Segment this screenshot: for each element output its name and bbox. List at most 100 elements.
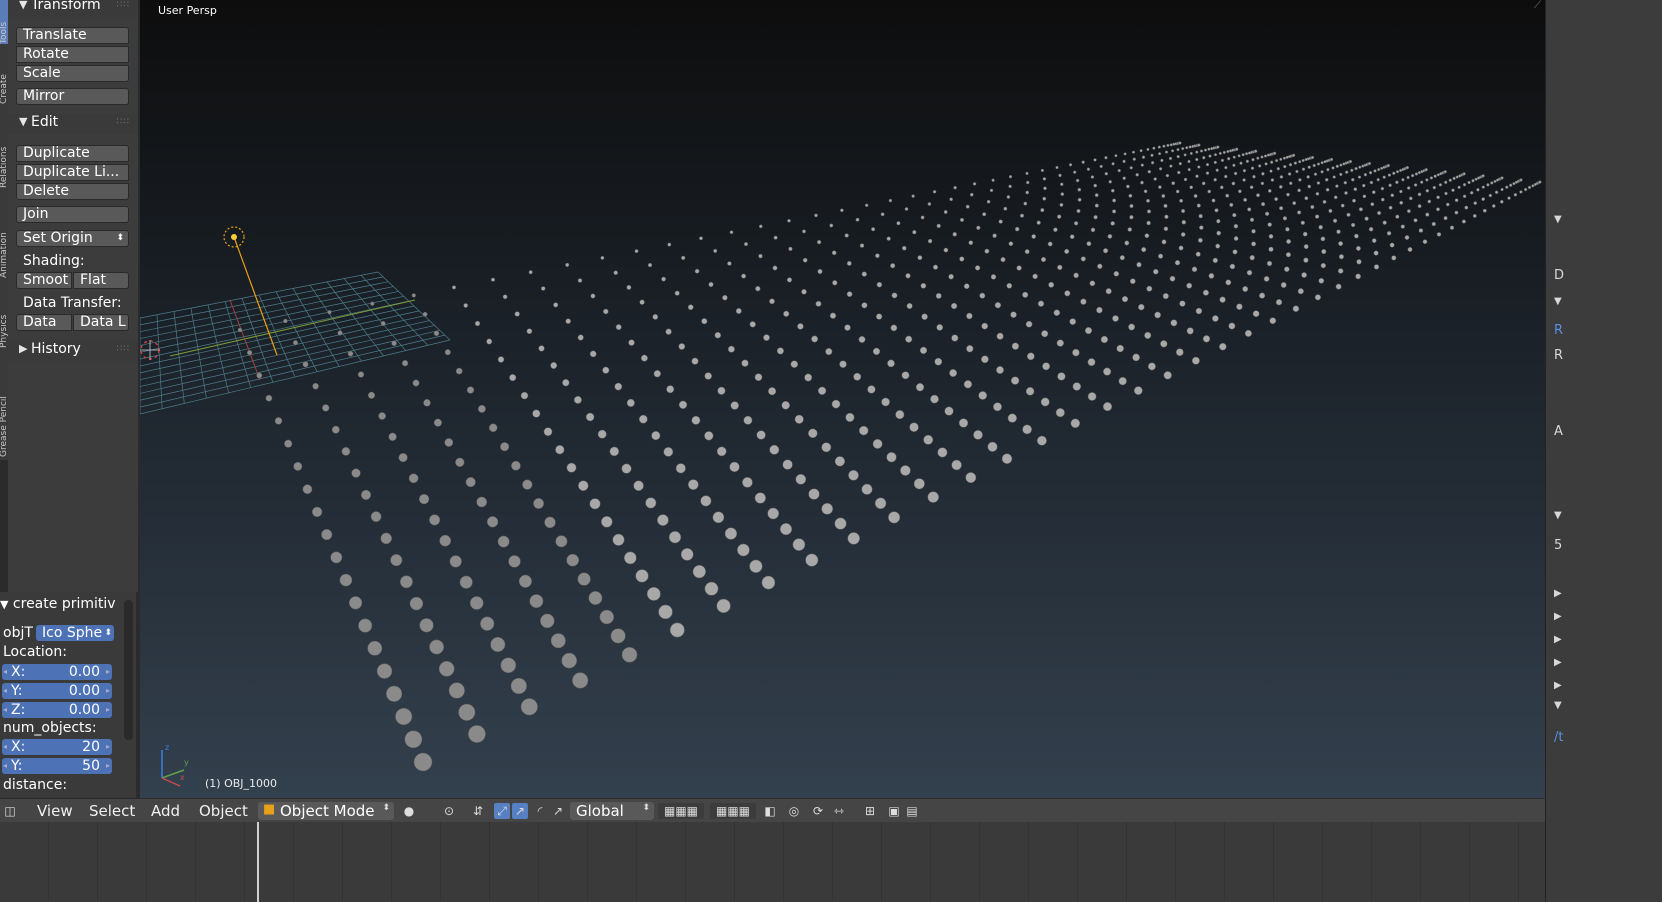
ico-sphere-object[interactable] xyxy=(1314,214,1320,219)
ico-sphere-object[interactable] xyxy=(1060,192,1065,196)
ico-sphere-object[interactable] xyxy=(1175,189,1180,194)
ico-sphere-object[interactable] xyxy=(1420,180,1424,184)
ico-sphere-object[interactable] xyxy=(1462,172,1466,176)
pivot-point-icon[interactable]: ⊙ xyxy=(441,803,457,819)
ico-sphere-object[interactable] xyxy=(1187,167,1191,172)
ico-sphere-object[interactable] xyxy=(1292,305,1300,312)
ico-sphere-object[interactable] xyxy=(1099,164,1103,169)
ico-sphere-object[interactable] xyxy=(429,639,445,655)
ico-sphere-object[interactable] xyxy=(1160,158,1164,163)
ico-sphere-object[interactable] xyxy=(1232,163,1236,167)
ico-sphere-object[interactable] xyxy=(645,497,657,509)
ico-sphere-object[interactable] xyxy=(1093,183,1098,188)
set-origin-dropdown[interactable]: Set Origin ⬍ xyxy=(16,230,129,247)
ico-sphere-object[interactable] xyxy=(716,598,731,614)
ico-sphere-object[interactable] xyxy=(388,432,397,441)
ico-sphere-object[interactable] xyxy=(490,277,496,282)
ico-sphere-object[interactable] xyxy=(906,302,913,310)
ico-sphere-object[interactable] xyxy=(1311,155,1315,159)
ico-sphere-object[interactable] xyxy=(1499,199,1504,204)
ico-sphere-object[interactable] xyxy=(1128,193,1133,198)
ico-sphere-object[interactable] xyxy=(448,682,465,699)
ico-sphere-object[interactable] xyxy=(468,725,486,743)
ico-sphere-object[interactable] xyxy=(1160,340,1168,348)
ico-sphere-object[interactable] xyxy=(817,386,827,395)
collapse-triangle-icon[interactable]: ▼ xyxy=(1554,296,1562,307)
ico-sphere-object[interactable] xyxy=(1202,156,1206,160)
ico-sphere-object[interactable] xyxy=(678,343,686,350)
ico-sphere-object[interactable] xyxy=(1195,157,1199,162)
ico-sphere-object[interactable] xyxy=(1418,228,1424,233)
ico-sphere-object[interactable] xyxy=(779,523,793,536)
ico-sphere-object[interactable] xyxy=(565,262,570,267)
ico-sphere-object[interactable] xyxy=(1505,185,1509,189)
ico-sphere-object[interactable] xyxy=(1056,339,1064,347)
ico-sphere-object[interactable] xyxy=(1343,180,1348,185)
ico-sphere-object[interactable] xyxy=(1214,208,1219,213)
ico-sphere-object[interactable] xyxy=(1339,172,1343,177)
ico-sphere-object[interactable] xyxy=(1177,170,1181,175)
ico-sphere-object[interactable] xyxy=(737,543,750,557)
layers-2-icon[interactable]: ▦▦▦ xyxy=(710,803,756,819)
ico-sphere-object[interactable] xyxy=(1256,193,1260,198)
ico-sphere-object[interactable] xyxy=(360,489,372,500)
ico-sphere-object[interactable] xyxy=(577,278,583,283)
ico-sphere-object[interactable] xyxy=(1307,184,1312,189)
ico-sphere-object[interactable] xyxy=(1026,352,1035,361)
ico-sphere-object[interactable] xyxy=(1180,232,1186,237)
ico-sphere-object[interactable] xyxy=(821,502,834,515)
ico-sphere-object[interactable] xyxy=(1268,234,1274,239)
ico-sphere-object[interactable] xyxy=(1241,153,1245,157)
ico-sphere-object[interactable] xyxy=(1344,191,1348,195)
ico-sphere-object[interactable] xyxy=(674,290,680,296)
ico-sphere-object[interactable] xyxy=(1320,262,1326,269)
ico-sphere-object[interactable] xyxy=(1285,227,1290,232)
ico-sphere-object[interactable] xyxy=(814,213,818,218)
ico-sphere-object[interactable] xyxy=(861,302,868,309)
translate-manipulator-icon[interactable]: ⤢ xyxy=(494,803,510,819)
ico-sphere-object[interactable] xyxy=(992,233,997,238)
ico-sphere-object[interactable] xyxy=(1153,177,1157,181)
ico-sphere-object[interactable] xyxy=(858,336,866,343)
ico-sphere-object[interactable] xyxy=(1326,168,1330,172)
add-menu[interactable]: Add xyxy=(151,802,180,820)
ico-sphere-object[interactable] xyxy=(565,318,571,324)
ico-sphere-object[interactable] xyxy=(952,232,957,237)
ico-sphere-object[interactable] xyxy=(399,575,413,589)
ico-sphere-object[interactable] xyxy=(390,554,403,567)
mirror-button[interactable]: Mirror xyxy=(16,88,129,105)
ico-sphere-object[interactable] xyxy=(455,457,465,467)
ico-sphere-object[interactable] xyxy=(1131,150,1136,154)
ico-sphere-object[interactable] xyxy=(1425,189,1430,193)
ico-sphere-object[interactable] xyxy=(959,256,965,262)
ico-sphere-object[interactable] xyxy=(749,321,756,328)
ico-sphere-object[interactable] xyxy=(855,217,860,222)
ico-sphere-object[interactable] xyxy=(1261,202,1266,207)
ico-sphere-object[interactable] xyxy=(905,273,911,279)
ico-sphere-object[interactable] xyxy=(476,496,488,508)
ico-sphere-object[interactable] xyxy=(1406,209,1411,214)
ico-sphere-object[interactable] xyxy=(1187,159,1191,164)
ico-sphere-object[interactable] xyxy=(716,446,727,457)
ico-sphere-object[interactable] xyxy=(312,382,319,390)
ico-sphere-object[interactable] xyxy=(1025,171,1029,176)
ico-sphere-object[interactable] xyxy=(413,752,433,772)
ico-sphere-object[interactable] xyxy=(675,463,686,474)
ico-sphere-object[interactable] xyxy=(1443,170,1447,174)
ico-sphere-object[interactable] xyxy=(667,242,672,247)
layer-lock-icon[interactable]: ◧ xyxy=(762,803,778,819)
ico-sphere-object[interactable] xyxy=(469,596,484,610)
ico-sphere-object[interactable] xyxy=(1087,358,1096,367)
ico-sphere-object[interactable] xyxy=(1303,244,1309,250)
ico-sphere-object[interactable] xyxy=(1042,177,1047,181)
ico-sphere-object[interactable] xyxy=(1500,187,1504,192)
ico-sphere-object[interactable] xyxy=(1491,204,1496,208)
ico-sphere-object[interactable] xyxy=(761,575,776,590)
join-button[interactable]: Join xyxy=(16,206,129,223)
timeline-playhead[interactable] xyxy=(257,822,259,902)
ico-sphere-object[interactable] xyxy=(1000,257,1006,263)
ico-sphere-object[interactable] xyxy=(486,516,499,528)
decrement-arrow-icon[interactable]: ◂ xyxy=(3,758,7,774)
ico-sphere-object[interactable] xyxy=(550,633,566,649)
ico-sphere-object[interactable] xyxy=(1041,330,1049,338)
